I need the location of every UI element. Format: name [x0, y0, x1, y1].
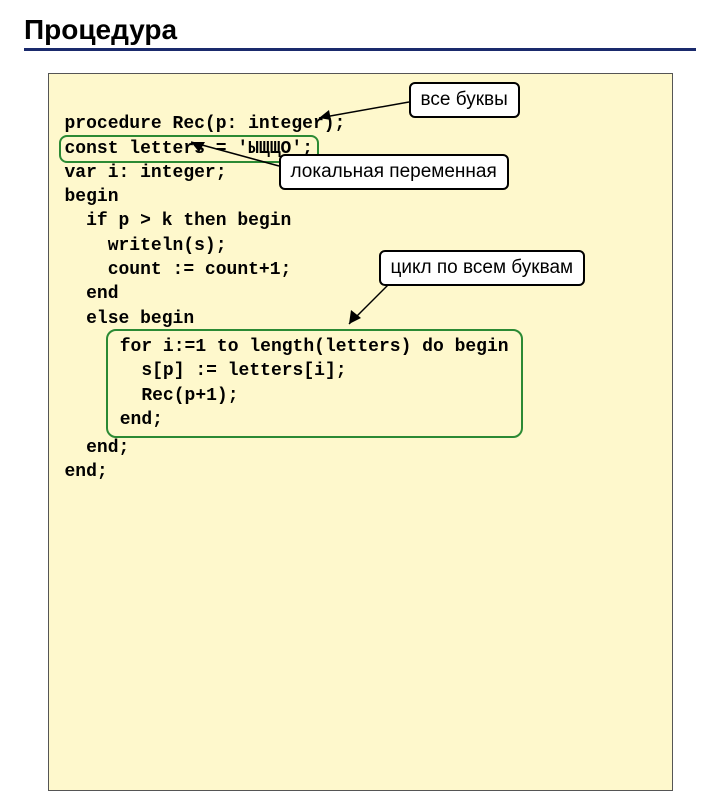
code-line-9: else begin — [65, 309, 195, 329]
highlight-for-loop: for i:=1 to length(letters) do begin s[p… — [108, 331, 521, 436]
code-line-7: count := count+1; — [65, 260, 292, 280]
code-line-11: s[p] := letters[i]; — [120, 361, 347, 381]
slide-title: Процедура — [24, 14, 696, 46]
code-line-13: end; — [120, 410, 163, 430]
code-line-8: end — [65, 284, 119, 304]
callout-local-variable: локальная переменная — [279, 154, 509, 190]
code-line-14: end; — [65, 438, 130, 458]
callout-loop-all-letters: цикл по всем буквам — [379, 250, 586, 286]
code-line-5: if p > k then begin — [65, 211, 292, 231]
title-divider — [24, 48, 696, 51]
code-line-15: end; — [65, 462, 108, 482]
code-line-6: writeln(s); — [65, 236, 227, 256]
code-line-3: var i: integer; — [65, 163, 227, 183]
code-line-1: procedure Rec(p: integer); — [65, 114, 346, 134]
callout-all-letters: все буквы — [409, 82, 520, 118]
code-line-10: for i:=1 to length(letters) do begin — [120, 337, 509, 357]
code-line-4: begin — [65, 187, 119, 207]
code-line-12: Rec(p+1); — [120, 386, 239, 406]
code-block: procedure Rec(p: integer); const letters… — [48, 73, 673, 791]
